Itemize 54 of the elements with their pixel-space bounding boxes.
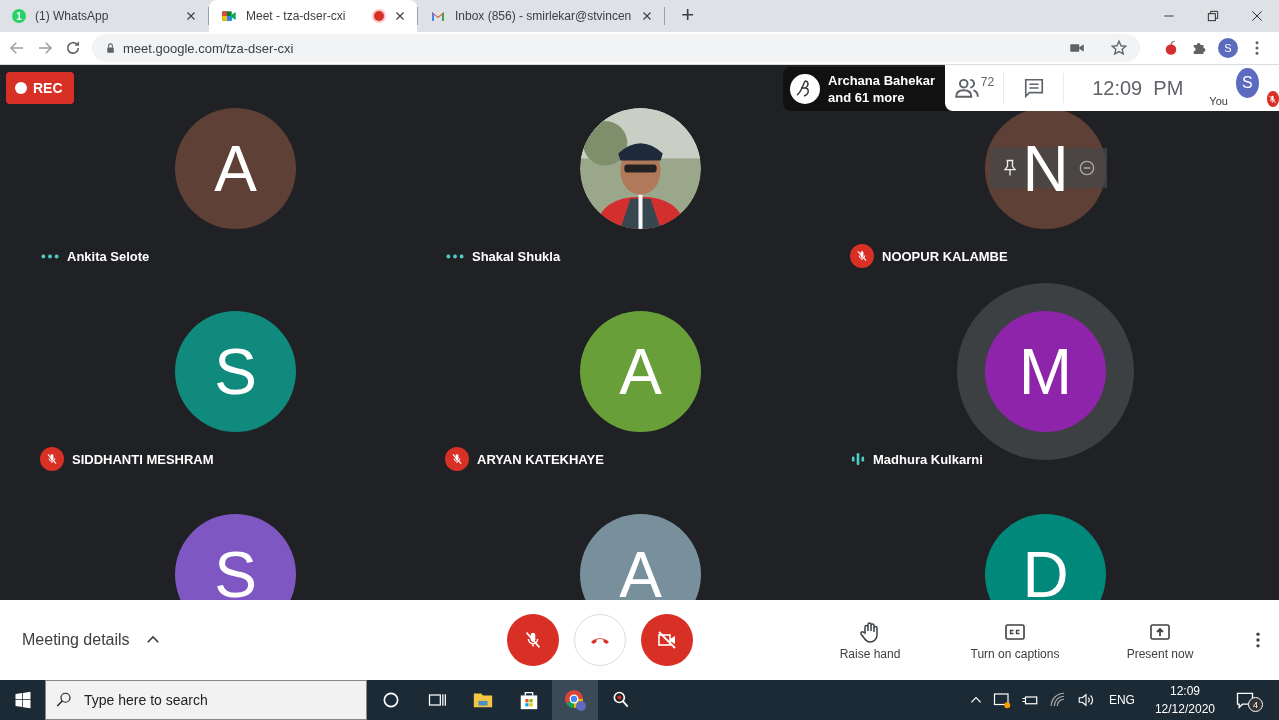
self-avatar: S <box>1235 68 1259 98</box>
address-bar[interactable]: meet.google.com/tza-dser-cxi <box>92 34 1140 62</box>
meet-now-icon[interactable] <box>992 691 1011 709</box>
people-button[interactable]: 72 <box>945 65 1004 111</box>
chat-icon[interactable] <box>1022 77 1045 99</box>
participant-name: Shakal Shukla <box>472 248 561 264</box>
wifi-icon[interactable] <box>1048 691 1067 709</box>
presenter-text: Archana Bahekar and 61 more <box>828 72 935 106</box>
forward-icon[interactable] <box>36 39 54 57</box>
notification-badge: 1 <box>12 9 26 23</box>
lock-icon <box>104 41 117 55</box>
recording-badge: REC <box>6 72 74 104</box>
back-icon[interactable] <box>8 39 26 57</box>
participant-name: ARYAN KATEKHAYE <box>477 451 604 467</box>
cortana-icon[interactable] <box>381 690 401 710</box>
new-tab-button[interactable]: + <box>677 2 699 28</box>
profile-avatar[interactable]: S <box>1218 38 1238 58</box>
microphone-button[interactable] <box>507 614 559 666</box>
volume-icon[interactable] <box>1076 691 1095 709</box>
camera-button[interactable] <box>641 614 693 666</box>
participant-avatar: A <box>580 514 701 600</box>
close-icon[interactable] <box>1250 9 1264 23</box>
meeting-details-button[interactable]: Meeting details <box>22 631 507 649</box>
browser-tab[interactable]: Inbox (856) - smirlekar@stvincen <box>418 0 665 32</box>
language-indicator[interactable]: ENG <box>1108 693 1135 707</box>
search-icon <box>55 691 73 709</box>
restore-icon[interactable] <box>1206 9 1220 23</box>
participant-name: SIDDHANTI MESHRAM <box>72 451 214 467</box>
participant-avatar: A <box>175 108 296 229</box>
participant-avatar: D <box>985 514 1106 600</box>
store-icon[interactable] <box>518 689 540 711</box>
magnifier-icon[interactable] <box>611 690 631 710</box>
hand-button[interactable]: Raise hand <box>800 619 940 661</box>
participant-name: Madhura Kulkarni <box>873 451 983 467</box>
participant-name: Ankita Selote <box>67 248 150 264</box>
participant-avatar: S <box>175 311 296 432</box>
participant-avatar: S <box>175 514 296 600</box>
presenter-avatar <box>790 74 820 104</box>
browser-tab[interactable]: Meet - tza-dser-cxi <box>209 0 417 32</box>
browser-tab[interactable]: 1 (1) WhatsApp <box>0 0 208 32</box>
star-icon[interactable] <box>1110 39 1128 57</box>
reload-icon[interactable] <box>64 39 82 57</box>
chrome-icon[interactable] <box>563 688 587 712</box>
taskbar-clock[interactable]: 12:09 12/12/2020 <box>1154 682 1215 718</box>
present-button[interactable]: Present now <box>1090 619 1230 661</box>
captions-button[interactable]: Turn on captions <box>940 619 1090 661</box>
video-call-icon <box>221 8 237 24</box>
search-field[interactable]: Type here to search <box>45 680 367 720</box>
notifications-button[interactable]: 4 <box>1235 688 1265 712</box>
meeting-time: 12:09 PM <box>1092 76 1184 100</box>
self-label: You <box>1209 95 1228 107</box>
windows-icon[interactable] <box>13 691 32 709</box>
participant-name: NOOPUR KALAMBE <box>882 248 1008 264</box>
participant-avatar: A <box>580 311 701 432</box>
